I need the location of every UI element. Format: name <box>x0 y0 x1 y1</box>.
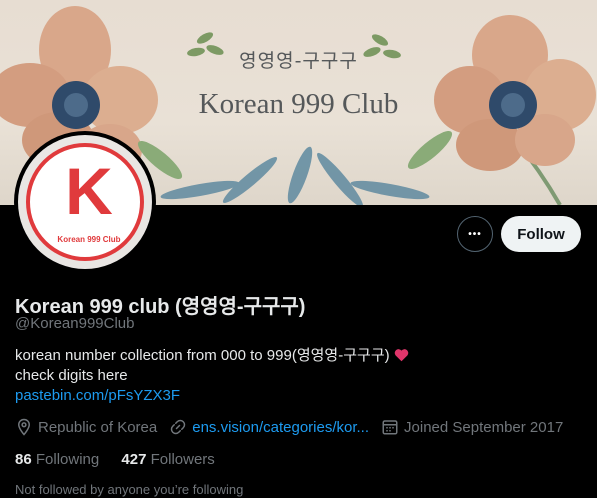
website-item[interactable]: ens.vision/categories/kor... <box>169 418 369 436</box>
bio-line-1-text: korean number collection from 000 to 999… <box>15 347 390 364</box>
joined-text: Joined September 2017 <box>404 418 564 436</box>
calendar-icon <box>382 420 398 435</box>
bio-line-2: check digits here <box>15 367 128 384</box>
following-stat[interactable]: 86 Following <box>15 451 99 468</box>
profile-bio: korean number collection from 000 to 999… <box>15 346 409 406</box>
bio-line-1: korean number collection from 000 to 999… <box>15 346 409 366</box>
profile-handle: @Korean999Club <box>15 315 135 332</box>
profile-meta: Republic of Korea ens.vision/categories/… <box>15 418 575 436</box>
avatar-logo-ring: K Korean 999 Club <box>26 143 144 261</box>
following-count: 86 <box>15 451 32 468</box>
banner-title-english: Korean 999 Club <box>198 88 399 120</box>
followers-label: Followers <box>150 451 215 468</box>
avatar-logo-caption: Korean 999 Club <box>57 235 121 244</box>
avatar-logo-letter: K <box>65 154 113 228</box>
follow-button[interactable]: Follow <box>501 216 581 252</box>
followers-stat[interactable]: 427 Followers <box>121 451 214 468</box>
follow-stats: 86 Following 427 Followers <box>15 451 233 468</box>
following-label: Following <box>35 451 100 468</box>
more-icon: ••• <box>468 228 482 240</box>
bio-link[interactable]: pastebin.com/pFsYZX3F <box>15 386 409 406</box>
foliage-icon <box>160 146 430 205</box>
avatar-image: K Korean 999 Club <box>18 135 152 269</box>
link-icon <box>171 419 186 435</box>
joined-item: Joined September 2017 <box>381 418 563 436</box>
location-text: Republic of Korea <box>38 418 158 436</box>
more-options-button[interactable]: ••• <box>457 216 493 252</box>
banner-title-korean: 영영영-구구구 <box>239 50 358 72</box>
location-item: Republic of Korea <box>15 418 157 436</box>
heart-emoji-icon <box>394 349 409 362</box>
not-followed-notice: Not followed by anyone you’re following <box>15 482 244 497</box>
avatar[interactable]: K Korean 999 Club <box>14 131 156 273</box>
followers-count: 427 <box>121 451 147 468</box>
location-pin-icon <box>17 418 31 436</box>
website-link[interactable]: ens.vision/categories/kor... <box>192 419 369 436</box>
